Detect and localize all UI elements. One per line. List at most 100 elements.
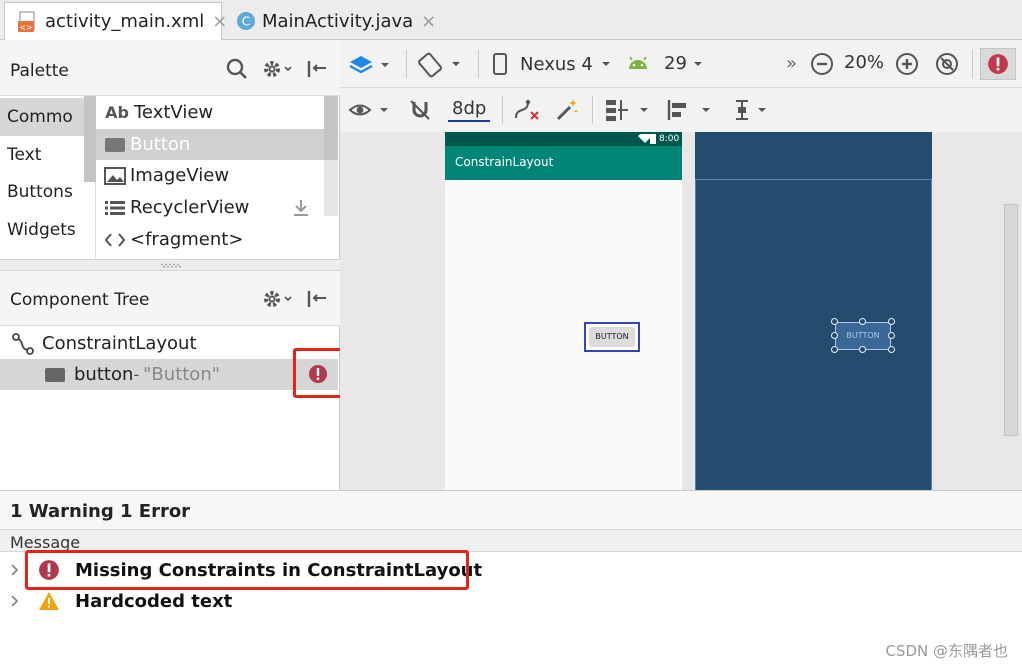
- issues-summary: 1 Warning 1 Error: [10, 501, 191, 522]
- guidelines-icon[interactable]: [604, 98, 652, 122]
- toolbar-separator: [972, 50, 973, 78]
- constraint-anchor-top[interactable]: [859, 318, 866, 325]
- watermark: CSDN @东隅者也: [885, 642, 1008, 660]
- canvas-scrollbar[interactable]: [1004, 204, 1018, 436]
- close-tab-icon[interactable]: ×: [421, 11, 436, 32]
- tab-label: activity_main.xml: [45, 11, 205, 32]
- textview-icon: Ab: [105, 103, 129, 122]
- category-common[interactable]: Commo: [0, 98, 96, 136]
- api-selector[interactable]: 29: [626, 53, 707, 74]
- button-icon: [104, 137, 126, 153]
- search-icon[interactable]: [226, 58, 248, 80]
- error-highlight-box: [293, 348, 345, 398]
- preview-button[interactable]: BUTTON: [589, 327, 635, 347]
- tab-label: MainActivity.java: [262, 10, 414, 32]
- design-canvas[interactable]: 8:00 ConstrainLayout BUTTON BUTTON: [340, 132, 1022, 490]
- gear-icon[interactable]: [262, 289, 294, 309]
- gear-icon[interactable]: [262, 59, 294, 79]
- device-label: Nexus 4: [520, 53, 593, 75]
- view-options-icon[interactable]: [348, 99, 392, 121]
- toolbar-separator: [592, 96, 593, 124]
- default-margin-selector[interactable]: 8dp: [448, 96, 491, 122]
- palette-item-label: <fragment>: [130, 229, 244, 250]
- resize-handle[interactable]: [831, 318, 838, 325]
- code-icon: [104, 232, 126, 248]
- design-preview[interactable]: 8:00 ConstrainLayout BUTTON: [445, 132, 682, 490]
- resize-handle[interactable]: [888, 318, 895, 325]
- palette-header: Palette: [0, 40, 340, 96]
- android-icon: [629, 56, 647, 69]
- palette-item-imageview[interactable]: ImageView: [96, 160, 324, 191]
- warning-icon: [38, 591, 60, 611]
- svg-text:C: C: [242, 15, 250, 29]
- infer-constraints-icon[interactable]: [554, 97, 580, 123]
- tree-item-id: button: [74, 364, 134, 385]
- align-icon[interactable]: [666, 98, 714, 122]
- issue-row-warning[interactable]: Hardcoded text: [0, 586, 232, 616]
- zoom-out-icon[interactable]: [810, 52, 834, 76]
- svg-text:<>: <>: [19, 23, 32, 32]
- autoconnect-off-icon[interactable]: [408, 98, 432, 122]
- blueprint-view[interactable]: BUTTON: [695, 132, 932, 490]
- app-bar: ConstrainLayout: [445, 146, 682, 180]
- zoom-in-icon[interactable]: [895, 52, 919, 76]
- tree-item-label: ConstraintLayout: [42, 333, 197, 354]
- tab-activity-main[interactable]: <> activity_main.xml ×: [4, 2, 227, 40]
- category-widgets[interactable]: Widgets: [0, 211, 96, 249]
- xml-file-icon: <>: [17, 10, 39, 34]
- tree-item-separator: -: [133, 365, 140, 384]
- layers-icon[interactable]: [348, 53, 394, 77]
- resize-handle[interactable]: [831, 346, 838, 353]
- clear-constraints-icon[interactable]: [512, 98, 542, 122]
- constraint-anchor-right[interactable]: [888, 332, 895, 339]
- orientation-icon[interactable]: [418, 52, 464, 78]
- show-issues-button[interactable]: [980, 48, 1016, 80]
- tab-main-activity[interactable]: C MainActivity.java ×: [224, 2, 438, 40]
- category-buttons[interactable]: Buttons: [0, 173, 96, 211]
- chevron-right-icon[interactable]: [10, 563, 24, 577]
- download-icon[interactable]: [292, 199, 310, 217]
- toolbar-separator: [502, 96, 503, 124]
- phone-icon: [493, 53, 507, 75]
- tree-item-button[interactable]: button - "Button": [0, 359, 338, 390]
- constraint-anchor-left[interactable]: [831, 332, 838, 339]
- issues-column-header: Message: [0, 530, 1022, 552]
- collapse-panel-icon[interactable]: [306, 289, 328, 309]
- pack-icon[interactable]: [730, 98, 778, 122]
- category-scrollbar[interactable]: [84, 96, 96, 182]
- zoom-level: 20%: [844, 52, 885, 73]
- selected-button-outline[interactable]: BUTTON: [584, 322, 640, 352]
- design-toolbar: Nexus 4 29 » 20%: [340, 40, 1022, 88]
- chevron-right-icon[interactable]: [10, 594, 24, 608]
- collapse-panel-icon[interactable]: [306, 59, 328, 79]
- toolbar-separator: [478, 50, 479, 78]
- editor-tab-bar: <> activity_main.xml × C MainActivity.ja…: [0, 0, 1022, 40]
- list-icon: [104, 200, 126, 216]
- issue-message: Hardcoded text: [75, 590, 233, 612]
- panel-splitter[interactable]: [0, 259, 340, 271]
- toolbar-separator: [406, 50, 407, 78]
- zoom-to-fit-icon[interactable]: [935, 52, 959, 76]
- device-selector[interactable]: Nexus 4: [492, 52, 615, 76]
- issues-header: 1 Warning 1 Error: [0, 490, 1022, 530]
- category-text[interactable]: Text: [0, 136, 96, 174]
- overflow-button[interactable]: »: [786, 53, 797, 74]
- component-tree-header: Component Tree: [0, 271, 340, 326]
- button-icon: [44, 367, 66, 383]
- palette-item-textview[interactable]: Ab TextView: [96, 97, 324, 128]
- app-bar-title: ConstrainLayout: [455, 155, 554, 169]
- status-time: 8:00: [659, 134, 680, 144]
- palette-scrollbar[interactable]: [324, 96, 338, 160]
- tree-item-constraintlayout[interactable]: ConstraintLayout: [0, 328, 338, 359]
- resize-handle[interactable]: [888, 346, 895, 353]
- palette-title: Palette: [10, 61, 69, 81]
- palette-item-button[interactable]: Button: [96, 129, 324, 160]
- battery-icon: [650, 134, 656, 144]
- palette-item-fragment[interactable]: <fragment>: [96, 224, 324, 255]
- constraint-layout-icon: [12, 332, 34, 355]
- constraint-toolbar: 8dp: [340, 88, 1022, 132]
- class-file-icon: C: [236, 11, 256, 31]
- constraint-anchor-bottom[interactable]: [859, 346, 866, 353]
- palette-item-recyclerview[interactable]: RecyclerView: [96, 192, 324, 223]
- tree-item-text: "Button": [143, 364, 221, 385]
